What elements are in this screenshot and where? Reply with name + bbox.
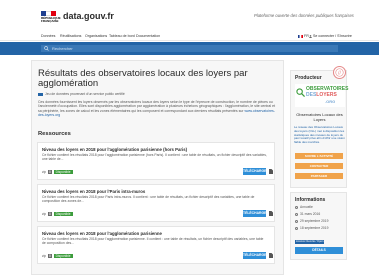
logo-line-4: .ORG xyxy=(325,99,336,104)
calendar-icon xyxy=(295,212,298,216)
logo-line-2: DESLOYERS xyxy=(306,92,337,98)
resource-card: Niveau des loyers en 2018 pour l'agglomé… xyxy=(37,226,275,264)
producer-panel: Producteur // OBSERVATOIRES DESLOYERS .O… xyxy=(290,65,348,188)
site-header: RÉPUBLIQUE FRANÇAISE data.gouv.fr Platef… xyxy=(0,0,379,30)
page-title: Résultats des observatoires locaux des l… xyxy=(38,68,248,89)
producer-name[interactable]: Observatoires Locaux des Loyers xyxy=(293,112,346,122)
certified-badge-icon xyxy=(38,92,43,96)
info-heading: Informations xyxy=(295,197,326,203)
resource-card: Niveau des loyers en 2018 pour l'Paris i… xyxy=(37,184,275,222)
search-input[interactable] xyxy=(52,45,332,52)
certified-label: Jeu de données provenant d'un service pu… xyxy=(45,92,125,96)
resource-description: Ce fichier contient les résultats 2018 p… xyxy=(42,153,267,162)
status-badge: Disponible xyxy=(53,212,73,216)
search-icon xyxy=(44,46,49,51)
main-nav: Données Réutilisations Organisations Tab… xyxy=(0,31,379,41)
resource-card: Niveau des loyers en 2018 pour l'agglomé… xyxy=(37,142,275,180)
producer-description: Le réseau des Observatoires Locaux des l… xyxy=(294,125,345,145)
producer-logo[interactable]: OBSERVATOIRES DESLOYERS .ORG xyxy=(295,84,348,107)
login-label: Se connecter / S'inscrire xyxy=(313,34,352,38)
status-badge: Disponible xyxy=(53,254,73,258)
license-badge[interactable]: Licence Ouverte / Open Licence xyxy=(295,240,324,244)
resource-description: Ce fichier contient les résultats 2018 p… xyxy=(42,237,264,246)
magnifier-icon xyxy=(296,88,305,97)
resource-title[interactable]: Niveau des loyers en 2018 pour l'Paris i… xyxy=(42,189,145,194)
nav-item-documentation[interactable]: Documentation xyxy=(136,34,160,38)
nav-item-tableau-de-bord[interactable]: Tableau de bord xyxy=(109,34,135,38)
description-text: Ces données fournissent les loyers obser… xyxy=(38,100,276,113)
certified-notice: Jeu de données provenant d'un service pu… xyxy=(38,92,125,96)
status-badge: Disponible xyxy=(53,170,73,174)
follow-button[interactable]: SUIVRE L'ACTIVITÉ xyxy=(295,153,343,159)
resource-meta: zip 8 Disponible xyxy=(42,212,73,216)
format-label: zip xyxy=(42,212,47,216)
format-label: zip xyxy=(42,254,47,258)
info-updated: 18 septembre 2019 xyxy=(295,226,328,230)
site-tagline: Plateforme ouverte des données publiques… xyxy=(254,13,354,18)
count-badge: 8 xyxy=(47,170,52,174)
resource-meta: zip 8 Disponible xyxy=(42,170,73,174)
clock-icon xyxy=(295,205,298,209)
language-selector[interactable]: FR xyxy=(298,34,309,38)
download-button[interactable]: TÉLÉCHARGER xyxy=(243,252,269,259)
search-bar xyxy=(0,42,379,55)
details-button[interactable]: DÉTAILS xyxy=(295,247,343,254)
resource-title[interactable]: Niveau des loyers en 2018 pour l'agglomé… xyxy=(42,147,187,152)
count-badge: 8 xyxy=(47,212,52,216)
resource-description: Ce fichier contient les résultats 2018 p… xyxy=(42,195,255,204)
dataset-description: Ces données fournissent les loyers obser… xyxy=(38,100,278,118)
info-frequency: Annuelle xyxy=(295,205,313,209)
flag-icon xyxy=(298,34,303,38)
count-badge: 8 xyxy=(47,254,52,258)
nav-item-reutilisations[interactable]: Réutilisations xyxy=(60,34,81,38)
document-icon[interactable] xyxy=(269,253,273,258)
dataset-panel: Résultats des observatoires locaux des l… xyxy=(31,60,284,275)
nav-item-organisations[interactable]: Organisations xyxy=(85,34,107,38)
info-panel: Informations Annuelle 31 mars 2016 29 se… xyxy=(290,192,347,260)
calendar-icon xyxy=(295,226,298,230)
producer-heading: Producteur xyxy=(295,75,322,81)
resources-heading: Ressources xyxy=(38,131,71,137)
download-button[interactable]: TÉLÉCHARGER xyxy=(243,210,269,217)
resource-meta: zip 8 Disponible xyxy=(42,254,73,258)
format-label: zip xyxy=(42,170,47,174)
resource-title[interactable]: Niveau des loyers en 2018 pour l'agglomé… xyxy=(42,231,162,236)
site-name[interactable]: data.gouv.fr xyxy=(63,11,114,21)
info-modified: 29 septembre 2019 xyxy=(295,219,328,223)
producer-badge-icon: // xyxy=(332,65,347,80)
contact-button[interactable]: CONTACTER xyxy=(295,163,343,169)
share-button[interactable]: PARTAGER xyxy=(295,173,343,179)
document-icon[interactable] xyxy=(269,169,273,174)
logo-text: RÉPUBLIQUE FRANÇAISE xyxy=(41,16,61,23)
document-icon[interactable] xyxy=(269,211,273,216)
nav-item-donnees[interactable]: Données xyxy=(41,34,55,38)
info-created: 31 mars 2016 xyxy=(295,212,320,216)
login-link[interactable]: Se connecter / S'inscrire xyxy=(309,34,352,38)
user-icon xyxy=(309,34,312,38)
download-button[interactable]: TÉLÉCHARGER xyxy=(243,168,269,175)
calendar-icon xyxy=(295,219,298,223)
